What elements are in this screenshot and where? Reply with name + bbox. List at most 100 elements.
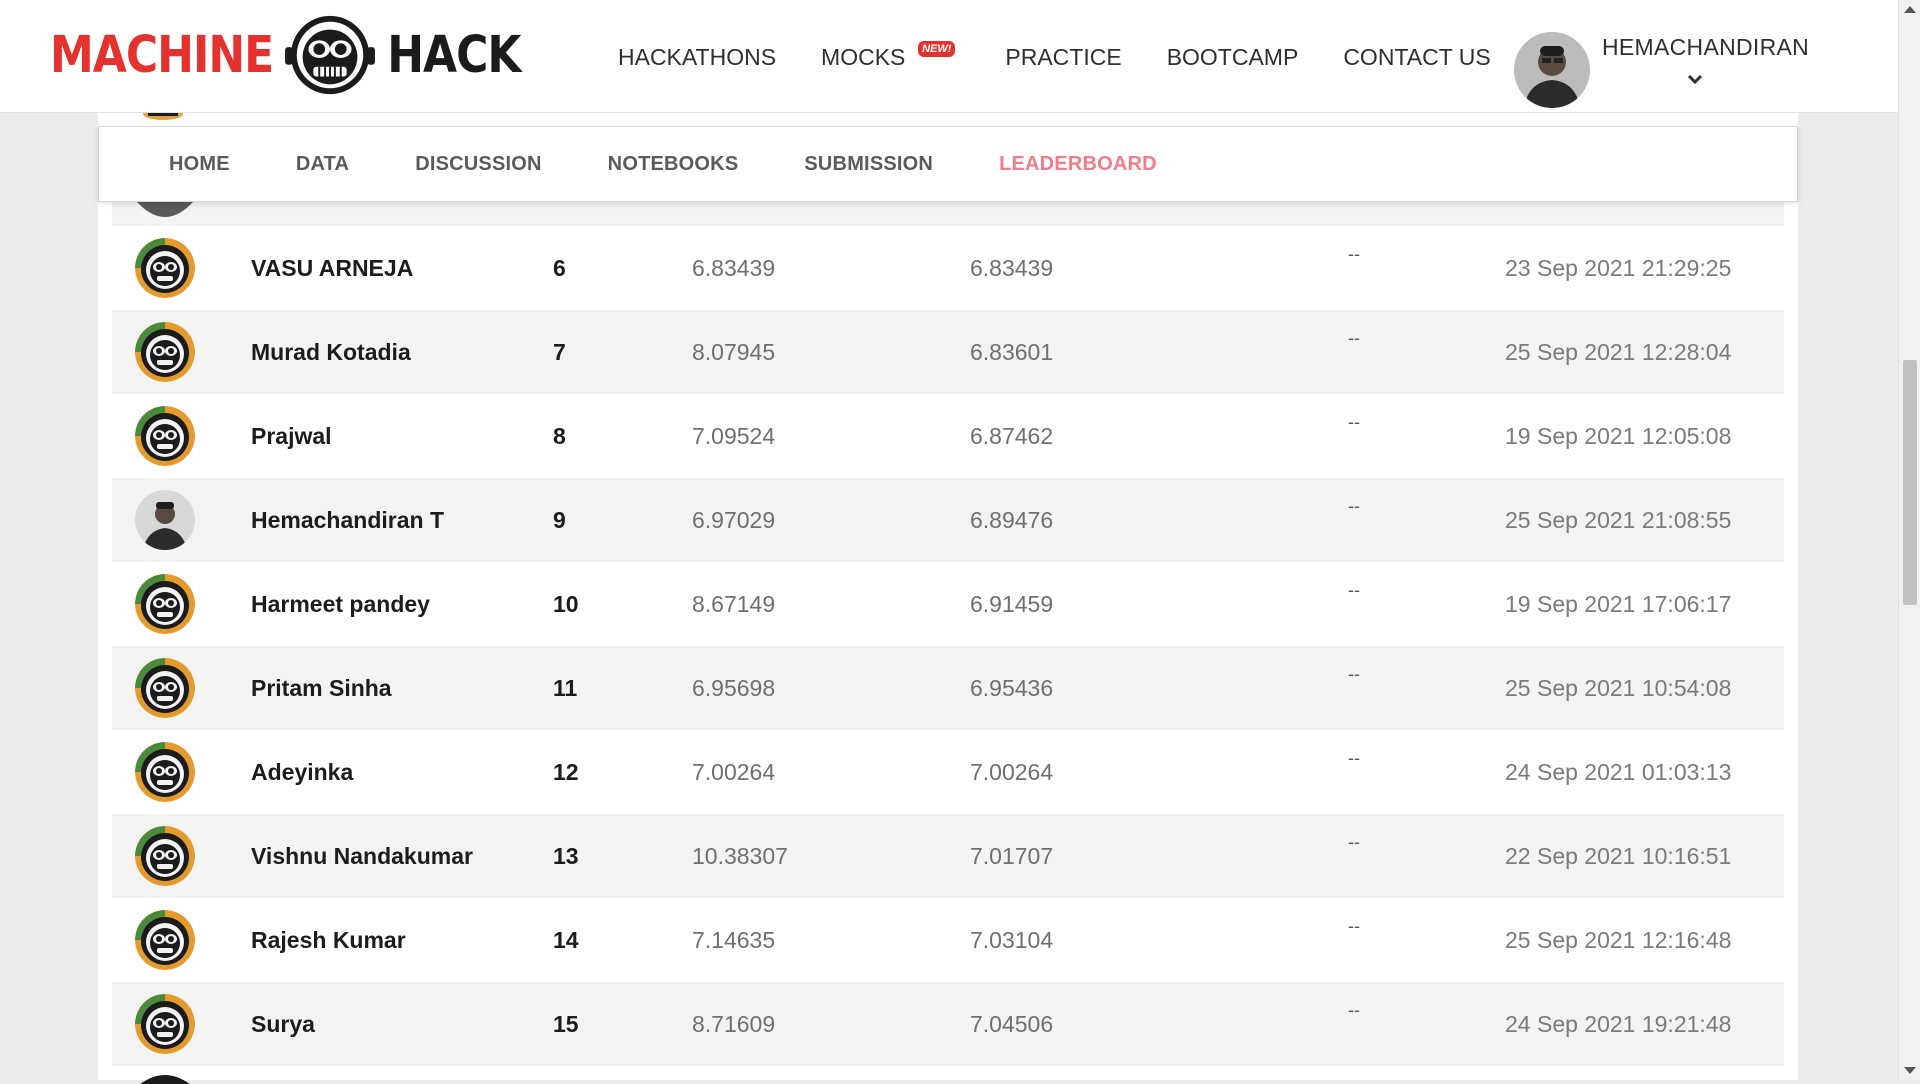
participant-name[interactable]: Adeyinka: [251, 759, 353, 786]
rank-value: 9: [553, 506, 566, 533]
participant-name[interactable]: VASU ARNEJA: [251, 255, 413, 282]
participant-name[interactable]: Harmeet pandey: [251, 591, 430, 618]
public-score: 7.14635: [692, 926, 776, 953]
private-score: 6.95436: [970, 674, 1054, 701]
leaderboard-row: Harmeet pandey 10 8.67149 6.91459 -- 19 Sep 2…: [112, 562, 1784, 646]
monkey-helmet-icon: [135, 574, 195, 634]
notebook-value: --: [1348, 244, 1360, 264]
leaderboard-row: Pritam Sinha 11 6.95698 6.95436 -- 25 Sep 202…: [112, 646, 1784, 730]
top-header: MACHINE HACK HACKATHONS MOCKS NEW! PRACT…: [0, 0, 1898, 113]
notebook-value: --: [1348, 412, 1360, 432]
tab-home[interactable]: HOME: [169, 153, 230, 176]
leaderboard-row: VASU ARNEJA 6 6.83439 6.83439 -- 23 Sep 2021 …: [112, 226, 1784, 310]
tab-notebooks[interactable]: NOTEBOOKS: [608, 153, 739, 176]
private-score: 6.83439: [970, 254, 1054, 281]
scroll-thumb[interactable]: [1903, 360, 1917, 605]
nav-bootcamp[interactable]: BOOTCAMP: [1167, 44, 1299, 71]
nav-practice[interactable]: PRACTICE: [1005, 44, 1121, 71]
submission-time: 25 Sep 2021 10:54:08: [1505, 674, 1732, 701]
user-photo-icon: [1514, 32, 1590, 108]
notebook-value: --: [1348, 916, 1360, 936]
participant-name[interactable]: Vishnu Nandakumar: [251, 843, 473, 870]
public-score: 8.67149: [692, 590, 776, 617]
default-avatar[interactable]: [135, 238, 195, 298]
tab-submission[interactable]: SUBMISSION: [804, 153, 933, 176]
nav-hackathons[interactable]: HACKATHONS: [618, 44, 776, 71]
private-score: 7.00264: [970, 758, 1054, 785]
rank-value: 8: [553, 422, 566, 449]
submission-time: 23 Sep 2021 21:29:25: [1505, 254, 1732, 281]
public-score: 6.95698: [692, 674, 776, 701]
monkey-helmet-icon: [135, 910, 195, 970]
default-avatar[interactable]: [135, 910, 195, 970]
default-avatar[interactable]: [135, 574, 195, 634]
participant-name[interactable]: Hemachandiran T: [251, 507, 444, 534]
chevron-down-icon[interactable]: [1686, 70, 1704, 88]
tab-discussion[interactable]: DISCUSSION: [415, 153, 541, 176]
participant-name[interactable]: Murad Kotadia: [251, 339, 411, 366]
tab-data[interactable]: DATA: [296, 153, 349, 176]
partial-row-top: [112, 202, 1784, 226]
monkey-helmet-icon: [135, 322, 195, 382]
leaderboard-table: VASU ARNEJA 6 6.83439 6.83439 -- 23 Sep 2021 …: [112, 226, 1784, 1066]
leaderboard-row: Surya 15 8.71609 7.04506 -- 24 Sep 2021 19:21…: [112, 982, 1784, 1066]
public-score: 10.38307: [692, 842, 788, 869]
page-scrollbar[interactable]: [1898, 0, 1920, 1080]
user-avatar[interactable]: [1514, 32, 1590, 108]
scroll-down-arrow-icon[interactable]: [1904, 1067, 1916, 1074]
tab-leaderboard[interactable]: LEADERBOARD: [999, 153, 1157, 176]
default-avatar[interactable]: [135, 406, 195, 466]
default-avatar[interactable]: [135, 322, 195, 382]
private-score: 6.89476: [970, 506, 1054, 533]
nav-mocks[interactable]: MOCKS NEW!: [821, 41, 956, 71]
participant-name[interactable]: Rajesh Kumar: [251, 927, 406, 954]
user-name[interactable]: HEMACHANDIRAN: [1602, 34, 1809, 61]
machinehack-logo[interactable]: MACHINE HACK: [50, 12, 521, 98]
user-photo-avatar[interactable]: [135, 490, 195, 550]
user-photo-icon: [135, 490, 195, 550]
notebook-value: --: [1348, 664, 1360, 684]
monkey-helmet-icon: [135, 658, 195, 718]
submission-time: 25 Sep 2021 12:28:04: [1505, 338, 1732, 365]
monkey-helmet-icon: [135, 826, 195, 886]
private-score: 7.03104: [970, 926, 1054, 953]
notebook-value: --: [1348, 580, 1360, 600]
participant-name[interactable]: Surya: [251, 1011, 315, 1038]
public-score: 6.97029: [692, 506, 776, 533]
logo-text-machine: MACHINE: [50, 25, 274, 85]
submission-time: 24 Sep 2021 01:03:13: [1505, 758, 1732, 785]
participant-name[interactable]: Pritam Sinha: [251, 675, 392, 702]
monkey-helmet-icon: [135, 238, 195, 298]
submission-time: 19 Sep 2021 12:05:08: [1505, 422, 1732, 449]
public-score: 6.83439: [692, 254, 776, 281]
private-score: 7.01707: [970, 842, 1054, 869]
notebook-value: --: [1348, 328, 1360, 348]
leaderboard-row: Rajesh Kumar 14 7.14635 7.03104 -- 25 Sep 202…: [112, 898, 1784, 982]
public-score: 8.71609: [692, 1010, 776, 1037]
public-score: 8.07945: [692, 338, 776, 365]
submission-time: 22 Sep 2021 10:16:51: [1505, 842, 1732, 869]
default-avatar[interactable]: [135, 826, 195, 886]
nav-contact-us[interactable]: CONTACT US: [1343, 44, 1490, 71]
nav-mocks-label: MOCKS: [821, 44, 906, 70]
default-avatar[interactable]: [135, 658, 195, 718]
monkey-helmet-icon: [135, 994, 195, 1054]
notebook-value: --: [1348, 496, 1360, 516]
scroll-up-arrow-icon[interactable]: [1904, 6, 1916, 13]
submission-time: 25 Sep 2021 12:16:48: [1505, 926, 1732, 953]
default-avatar[interactable]: [135, 742, 195, 802]
leaderboard-row: Vishnu Nandakumar 13 10.38307 7.01707 -- 22 S…: [112, 814, 1784, 898]
leaderboard-row: Hemachandiran T 9 6.97029 6.89476 -- 25 Sep 2…: [112, 478, 1784, 562]
rank-value: 14: [553, 926, 579, 953]
logo-text-hack: HACK: [387, 25, 521, 85]
participant-name[interactable]: Prajwal: [251, 423, 332, 450]
default-avatar[interactable]: [135, 994, 195, 1054]
partial-avatar-bottom-icon: [137, 1072, 193, 1084]
leaderboard-row: Adeyinka 12 7.00264 7.00264 -- 24 Sep 2021 01…: [112, 730, 1784, 814]
rank-value: 15: [553, 1010, 579, 1037]
rank-value: 11: [553, 674, 578, 701]
private-score: 6.87462: [970, 422, 1054, 449]
submission-time: 24 Sep 2021 19:21:48: [1505, 1010, 1732, 1037]
submission-time: 19 Sep 2021 17:06:17: [1505, 590, 1732, 617]
notebook-value: --: [1348, 832, 1360, 852]
